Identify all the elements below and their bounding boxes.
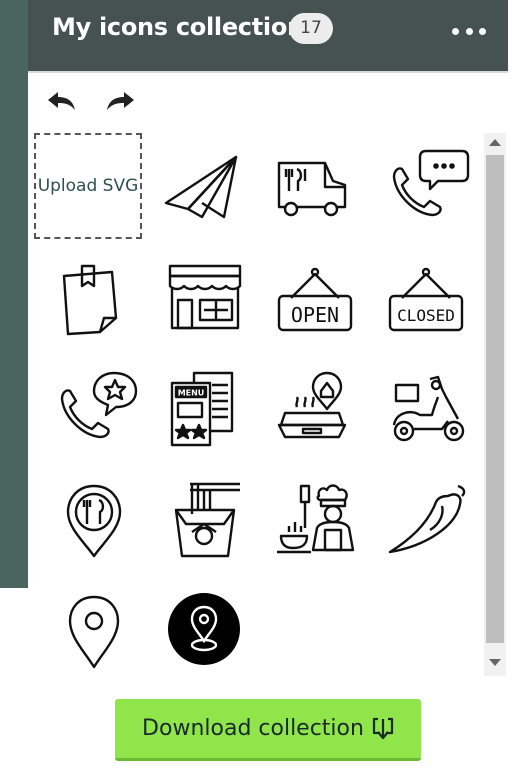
delivery-scooter-icon	[392, 375, 465, 442]
download-collection-label: Download collection	[142, 716, 364, 741]
icon-tile[interactable]	[275, 369, 361, 455]
chili-pepper-icon	[388, 484, 466, 554]
download-collection-button[interactable]: Download collection	[115, 699, 421, 761]
icon-tile[interactable]	[275, 480, 361, 566]
icon-tile[interactable]: OPEN	[275, 258, 361, 344]
icon-tile[interactable]	[164, 147, 250, 233]
open-sign-text: OPEN	[291, 303, 339, 327]
paper-plane-icon	[164, 155, 238, 219]
chef-cooking-icon	[277, 484, 355, 554]
more-options-button[interactable]	[452, 23, 486, 39]
sticky-note-icon	[62, 264, 118, 336]
icon-tile[interactable]	[386, 480, 472, 566]
food-container-location-icon	[277, 371, 347, 439]
more-dot-icon	[479, 27, 486, 35]
menu-text: MENU	[178, 389, 205, 398]
restaurant-location-pin-icon	[66, 484, 122, 558]
closed-sign-text: CLOSED	[397, 306, 455, 325]
scrollbar-thumb[interactable]	[486, 155, 504, 643]
open-sign-icon: OPEN	[277, 267, 353, 332]
icon-count-badge: 17	[289, 13, 333, 44]
icon-tile[interactable]	[164, 480, 250, 566]
icon-tile[interactable]	[54, 258, 140, 344]
noodle-box-icon	[174, 482, 240, 558]
scroll-down-arrow-icon[interactable]	[489, 659, 501, 666]
phone-star-review-icon	[60, 371, 138, 439]
icon-tile[interactable]: MENU	[164, 369, 250, 455]
scroll-up-arrow-icon[interactable]	[489, 139, 501, 146]
redo-button[interactable]	[104, 89, 138, 115]
icon-tile[interactable]	[54, 591, 140, 676]
background-strip	[0, 0, 28, 588]
icon-tile[interactable]	[54, 369, 140, 455]
restaurant-storefront-icon	[168, 264, 242, 330]
collection-title: My icons collection	[52, 13, 304, 41]
upload-svg-button[interactable]: Upload SVG	[34, 133, 142, 239]
download-box-icon	[372, 717, 394, 739]
more-dot-icon	[452, 27, 459, 35]
closed-sign-icon: CLOSED	[388, 267, 464, 332]
icon-tile[interactable]	[386, 369, 472, 455]
phone-chat-icon	[392, 149, 470, 217]
icon-tile[interactable]	[164, 591, 250, 676]
panel-header: My icons collection 17	[28, 0, 508, 73]
location-pin-icon	[68, 595, 120, 669]
more-dot-icon	[465, 27, 473, 35]
food-truck-icon	[277, 161, 347, 217]
icon-tile[interactable]	[54, 480, 140, 566]
icon-tile[interactable]	[164, 258, 250, 344]
icon-grid: Upload SVG OPEN CLOSED MENU	[28, 133, 482, 676]
collection-panel: My icons collection 17 Upload SVG OPEN C…	[28, 0, 508, 775]
icon-grid-scrollbar[interactable]	[484, 133, 506, 676]
icon-tile[interactable]	[275, 147, 361, 233]
undo-arrow-icon	[48, 92, 75, 110]
redo-arrow-icon	[107, 92, 134, 110]
icon-tile[interactable]	[386, 147, 472, 233]
menu-rating-icon: MENU	[170, 371, 234, 447]
icon-tile[interactable]: CLOSED	[386, 258, 472, 344]
location-pin-filled-circle-icon	[168, 593, 240, 665]
undo-button[interactable]	[44, 89, 78, 115]
